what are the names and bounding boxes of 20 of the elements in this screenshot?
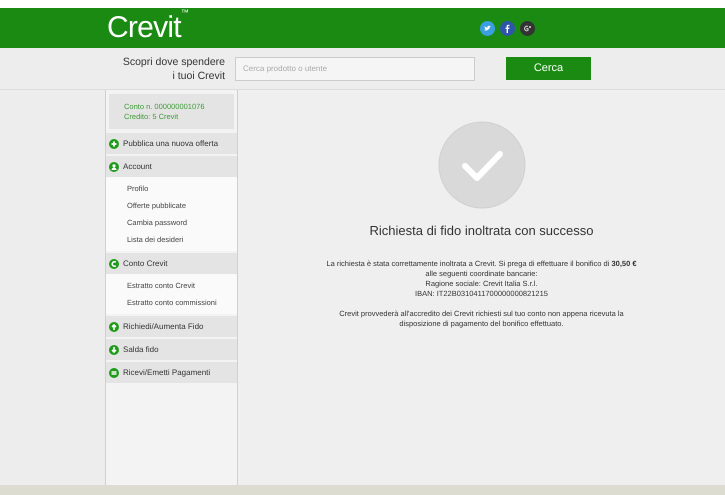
search-field[interactable]: Cerca prodotto o utente xyxy=(235,56,475,80)
facebook-icon[interactable] xyxy=(500,20,515,36)
checkmark-icon xyxy=(438,121,526,209)
search-button[interactable]: Cerca xyxy=(506,57,591,80)
equals-icon xyxy=(109,368,119,378)
sidebar-section[interactable]: Salda fido xyxy=(106,339,237,360)
coin-icon xyxy=(109,258,119,268)
sidebar-section[interactable]: Conto Crevit xyxy=(106,253,237,274)
sidebar-section[interactable]: Richiedi/Aumenta Fido xyxy=(106,316,237,337)
search-tagline: Scopri dove spendere i tuoi Crevit xyxy=(122,54,226,82)
plus-icon xyxy=(109,138,119,148)
google-plus-icon[interactable] xyxy=(520,20,535,36)
sidebar-section[interactable]: Ricevi/Emetti Pagamenti xyxy=(106,362,237,383)
success-title: Richiesta di fido inoltrata con successo xyxy=(369,222,594,240)
twitter-icon[interactable] xyxy=(480,20,495,36)
down-icon xyxy=(109,344,119,354)
up-icon xyxy=(109,322,119,332)
person-icon xyxy=(109,162,119,172)
sidebar-section[interactable]: Account xyxy=(106,156,237,177)
sidebar-section[interactable]: Pubblica una nuova offerta xyxy=(106,133,237,154)
